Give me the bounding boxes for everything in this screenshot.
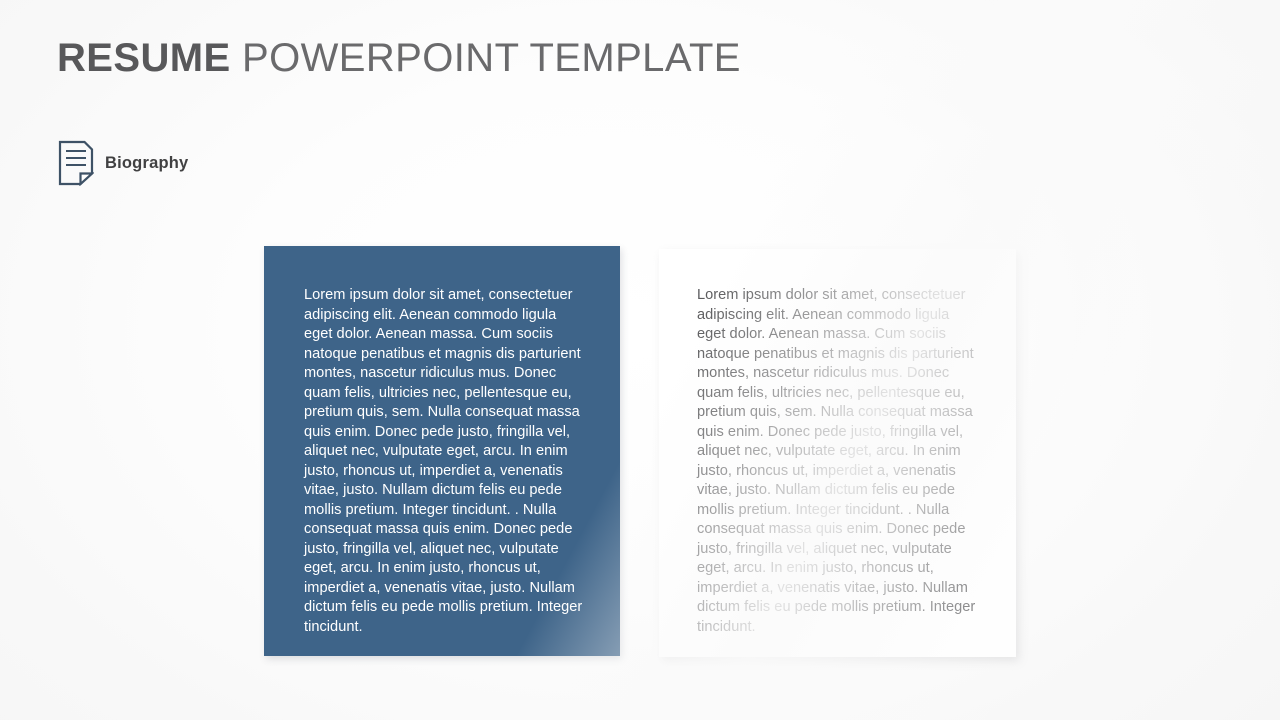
slide-canvas: RESUME POWERPOINT TEMPLATE Biography Lor… — [0, 0, 1280, 720]
biography-panel-plain: Lorem ipsum dolor sit amet, consectetuer… — [659, 249, 1016, 657]
page-title: RESUME POWERPOINT TEMPLATE — [57, 34, 741, 82]
page-title-light: POWERPOINT TEMPLATE — [230, 36, 741, 80]
document-lines-icon — [58, 140, 94, 186]
biography-text-plain: Lorem ipsum dolor sit amet, consectetuer… — [697, 287, 976, 635]
biography-text-filled: Lorem ipsum dolor sit amet, consectetuer… — [304, 287, 583, 635]
page-title-strong: RESUME — [57, 36, 231, 80]
section-title-label: Biography — [105, 154, 189, 172]
biography-panel-filled: Lorem ipsum dolor sit amet, consectetuer… — [264, 246, 620, 656]
section-header-biography: Biography — [58, 140, 188, 186]
